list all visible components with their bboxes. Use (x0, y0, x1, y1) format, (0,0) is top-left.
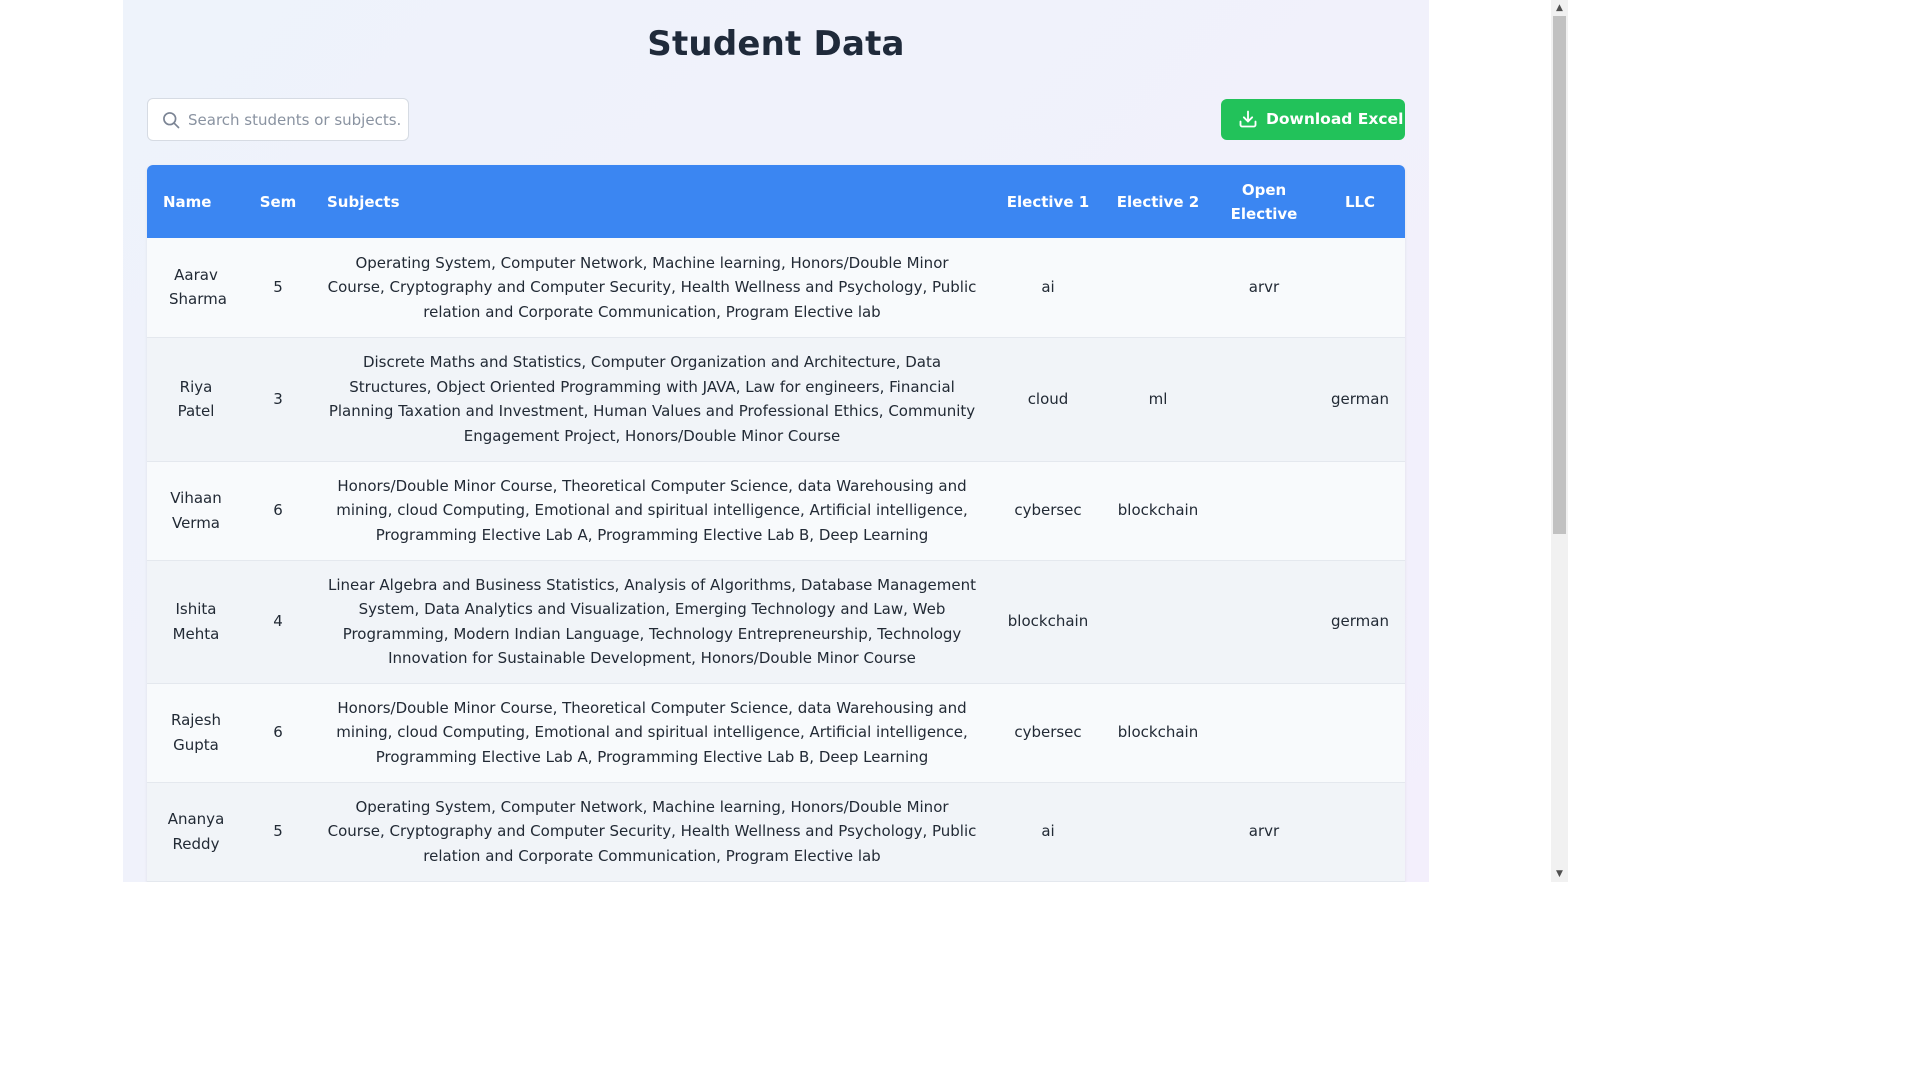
cell-elective-2: blockchain (1103, 461, 1213, 561)
cell-subjects: Operating System, Computer Network, Mach… (311, 238, 993, 338)
column-header-llc[interactable]: LLC (1315, 165, 1405, 238)
search-box[interactable] (147, 98, 409, 141)
column-header-open-elective[interactable]: Open Elective (1213, 165, 1315, 238)
cell-llc: german (1315, 560, 1405, 684)
cell-name: Ishita Mehta (147, 560, 245, 684)
page-scrollbar-thumb[interactable] (1553, 16, 1566, 534)
scroll-down-arrow-icon[interactable]: ▼ (1551, 866, 1568, 882)
student-table-container: Name Sem Subjects Elective 1 Elective 2 … (147, 165, 1405, 882)
cell-elective-2 (1103, 782, 1213, 882)
cell-open-elective (1213, 337, 1315, 462)
cell-subjects: Linear Algebra and Business Statistics, … (311, 560, 993, 684)
cell-name: Riya Patel (147, 337, 245, 462)
cell-elective-2: ml (1103, 337, 1213, 462)
cell-name: Ananya Reddy (147, 782, 245, 882)
table-row[interactable]: Riya Patel 3 Discrete Maths and Statisti… (147, 337, 1405, 462)
table-row[interactable]: Aarav Sharma 5 Operating System, Compute… (147, 238, 1405, 338)
cell-subjects: Honors/Double Minor Course, Theoretical … (311, 461, 993, 561)
table-header-row: Name Sem Subjects Elective 1 Elective 2 … (147, 165, 1405, 238)
table-row[interactable]: Ishita Mehta 4 Linear Algebra and Busine… (147, 560, 1405, 684)
cell-name: Rajesh Gupta (147, 683, 245, 783)
cell-open-elective: arvr (1213, 782, 1315, 882)
cell-elective-1: ai (993, 782, 1103, 882)
cell-llc (1315, 238, 1405, 338)
cell-subjects: Operating System, Computer Network, Mach… (311, 782, 993, 882)
cell-open-elective (1213, 560, 1315, 684)
column-header-name[interactable]: Name (147, 165, 245, 238)
cell-elective-1: cybersec (993, 461, 1103, 561)
cell-open-elective (1213, 683, 1315, 783)
cell-elective-2 (1103, 238, 1213, 338)
search-icon (163, 112, 180, 129)
cell-elective-2 (1103, 560, 1213, 684)
main-panel: Student Data Download Excel (123, 0, 1429, 882)
cell-name: Aarav Sharma (147, 238, 245, 338)
cell-subjects: Honors/Double Minor Course, Theoretical … (311, 683, 993, 783)
download-excel-button[interactable]: Download Excel (1221, 99, 1405, 140)
cell-elective-1: cybersec (993, 683, 1103, 783)
cell-name: Vihaan Verma (147, 461, 245, 561)
column-header-elective-1[interactable]: Elective 1 (993, 165, 1103, 238)
cell-sem: 5 (245, 782, 311, 882)
scroll-up-arrow-icon[interactable]: ▲ (1551, 0, 1568, 16)
cell-llc (1315, 683, 1405, 783)
student-table: Name Sem Subjects Elective 1 Elective 2 … (147, 165, 1405, 882)
cell-llc (1315, 461, 1405, 561)
table-row[interactable]: Vihaan Verma 6 Honors/Double Minor Cours… (147, 461, 1405, 561)
page-title: Student Data (647, 24, 905, 64)
column-header-sem[interactable]: Sem (245, 165, 311, 238)
cell-elective-1: blockchain (993, 560, 1103, 684)
search-input[interactable] (188, 99, 402, 140)
cell-sem: 6 (245, 683, 311, 783)
cell-llc (1315, 782, 1405, 882)
cell-llc: german (1315, 337, 1405, 462)
column-header-subjects[interactable]: Subjects (311, 165, 993, 238)
cell-open-elective: arvr (1213, 238, 1315, 338)
cell-subjects: Discrete Maths and Statistics, Computer … (311, 337, 993, 462)
download-icon (1239, 110, 1257, 128)
column-header-elective-2[interactable]: Elective 2 (1103, 165, 1213, 238)
cell-elective-1: cloud (993, 337, 1103, 462)
table-row[interactable]: Ananya Reddy 5 Operating System, Compute… (147, 782, 1405, 882)
cell-elective-1: ai (993, 238, 1103, 338)
table-row[interactable]: Rajesh Gupta 6 Honors/Double Minor Cours… (147, 683, 1405, 783)
download-button-label: Download Excel (1266, 110, 1404, 128)
cell-sem: 5 (245, 238, 311, 338)
cell-elective-2: blockchain (1103, 683, 1213, 783)
cell-open-elective (1213, 461, 1315, 561)
cell-sem: 6 (245, 461, 311, 561)
cell-sem: 3 (245, 337, 311, 462)
cell-sem: 4 (245, 560, 311, 684)
